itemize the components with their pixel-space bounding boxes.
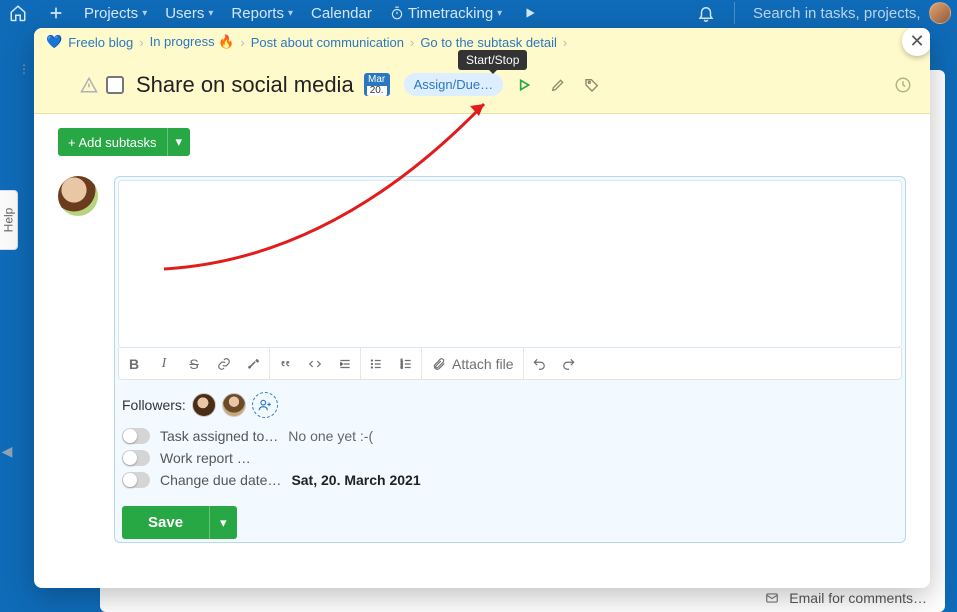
chevron-right-icon: › (563, 35, 567, 50)
chevron-down-icon: ▾ (288, 8, 293, 19)
brush-icon[interactable] (239, 349, 269, 379)
crumb-list[interactable]: In progress 🔥 (150, 34, 235, 50)
nav-users-label: Users (165, 5, 204, 22)
strike-button[interactable]: S (179, 349, 209, 379)
opt-due: Change due date… Sat, 20. March 2021 (122, 472, 902, 488)
heart-icon: 💙 (46, 34, 62, 50)
svg-text:3: 3 (401, 365, 403, 369)
toggle-work-report[interactable] (122, 450, 150, 466)
follower-avatar[interactable] (222, 393, 246, 417)
crumb-project[interactable]: Freelo blog (68, 35, 133, 50)
clock-icon[interactable] (890, 72, 916, 98)
attach-file-button[interactable]: Attach file (422, 356, 523, 372)
indent-button[interactable] (330, 349, 360, 379)
date-badge[interactable]: Mar 20. (364, 73, 390, 96)
add-subtasks-dropdown[interactable]: ▾ (167, 128, 191, 156)
nav-calendar-label: Calendar (311, 5, 372, 22)
task-title[interactable]: Share on social media (136, 72, 354, 98)
date-day: 20. (367, 86, 387, 96)
nav-users[interactable]: Users ▾ (165, 5, 213, 22)
pencil-icon[interactable] (545, 72, 571, 98)
nav-reports-label: Reports (231, 5, 284, 22)
email-comments-label: Email for comments… (789, 590, 927, 606)
opt-assigned-label: Task assigned to… (160, 428, 278, 444)
avatar[interactable] (929, 2, 951, 24)
comment-textarea[interactable] (118, 180, 902, 348)
followers-label: Followers: (122, 397, 186, 413)
close-button[interactable]: ✕ (902, 28, 930, 56)
chevron-right-icon: › (410, 35, 414, 50)
save-button[interactable]: Save (122, 506, 209, 539)
add-follower-button[interactable] (252, 392, 278, 418)
home-icon[interactable] (8, 3, 28, 23)
chevron-down-icon: ▾ (208, 8, 213, 19)
paperclip-icon (432, 357, 446, 371)
opt-assigned-value: No one yet :-( (288, 428, 373, 444)
warning-icon[interactable] (80, 76, 98, 94)
nav-calendar[interactable]: Calendar (311, 5, 372, 22)
help-tab-label: Help (2, 208, 16, 233)
task-modal: ✕ 💙 Freelo blog › In progress 🔥 › Post a… (34, 28, 930, 588)
nav-projects-label: Projects (84, 5, 138, 22)
followers-row: Followers: (122, 392, 902, 418)
code-button[interactable] (300, 349, 330, 379)
avatar (58, 176, 98, 216)
plus-icon[interactable] (46, 3, 66, 23)
opt-due-label: Change due date… (160, 472, 281, 488)
editor-toolbar: B I S 123 (118, 348, 902, 380)
tag-icon[interactable] (579, 72, 605, 98)
collapse-arrow-icon[interactable]: ◀ (0, 440, 14, 462)
nav-reports[interactable]: Reports ▾ (231, 5, 293, 22)
stopwatch-icon (390, 6, 404, 20)
tooltip-startstop: Start/Stop (458, 50, 527, 70)
nav-timetracking[interactable]: Timetracking ▾ (390, 5, 502, 22)
nav-timetracking-label: Timetracking (408, 5, 493, 22)
chevron-right-icon: › (139, 35, 143, 50)
nav-projects[interactable]: Projects ▾ (84, 5, 147, 22)
follower-avatar[interactable] (192, 393, 216, 417)
task-checkbox[interactable] (106, 76, 124, 94)
crumb-subtask[interactable]: Go to the subtask detail (420, 35, 557, 50)
ol-button[interactable]: 123 (391, 349, 421, 379)
chevron-right-icon: › (240, 35, 244, 50)
opt-work-report: Work report … (122, 450, 902, 466)
opt-due-value: Sat, 20. March 2021 (291, 472, 420, 488)
play-icon[interactable] (520, 3, 540, 23)
start-stop-button[interactable] (511, 72, 537, 98)
crumb-task[interactable]: Post about communication (251, 35, 404, 50)
bell-icon[interactable] (696, 3, 716, 23)
italic-button[interactable]: I (149, 349, 179, 379)
envelope-icon (763, 591, 781, 605)
opt-work-report-label: Work report … (160, 450, 251, 466)
bold-button[interactable]: B (119, 349, 149, 379)
quote-button[interactable] (270, 349, 300, 379)
save-dropdown[interactable]: ▾ (209, 506, 237, 539)
chevron-down-icon: ▾ (497, 8, 502, 19)
toggle-due[interactable] (122, 472, 150, 488)
undo-button[interactable] (524, 349, 554, 379)
attach-label: Attach file (452, 356, 513, 372)
link-button[interactable] (209, 349, 239, 379)
toggle-assigned[interactable] (122, 428, 150, 444)
date-month: Mar (368, 75, 385, 85)
ul-button[interactable] (361, 349, 391, 379)
email-for-comments[interactable]: Email for comments… (763, 590, 927, 606)
modal-body: + Add subtasks ▾ B I S (34, 114, 930, 557)
help-tab[interactable]: Help (0, 190, 18, 250)
redo-button[interactable] (554, 349, 584, 379)
comment-editor: B I S 123 (114, 176, 906, 543)
top-nav: Projects ▾ Users ▾ Reports ▾ Calendar Timet… (0, 0, 957, 26)
opt-assigned: Task assigned to… No one yet :-( (122, 428, 902, 444)
assign-due-button[interactable]: Assign/Due… (404, 73, 503, 96)
add-subtasks-button[interactable]: + Add subtasks (58, 128, 167, 156)
chevron-down-icon: ▾ (142, 8, 147, 19)
search-input[interactable] (753, 5, 923, 22)
